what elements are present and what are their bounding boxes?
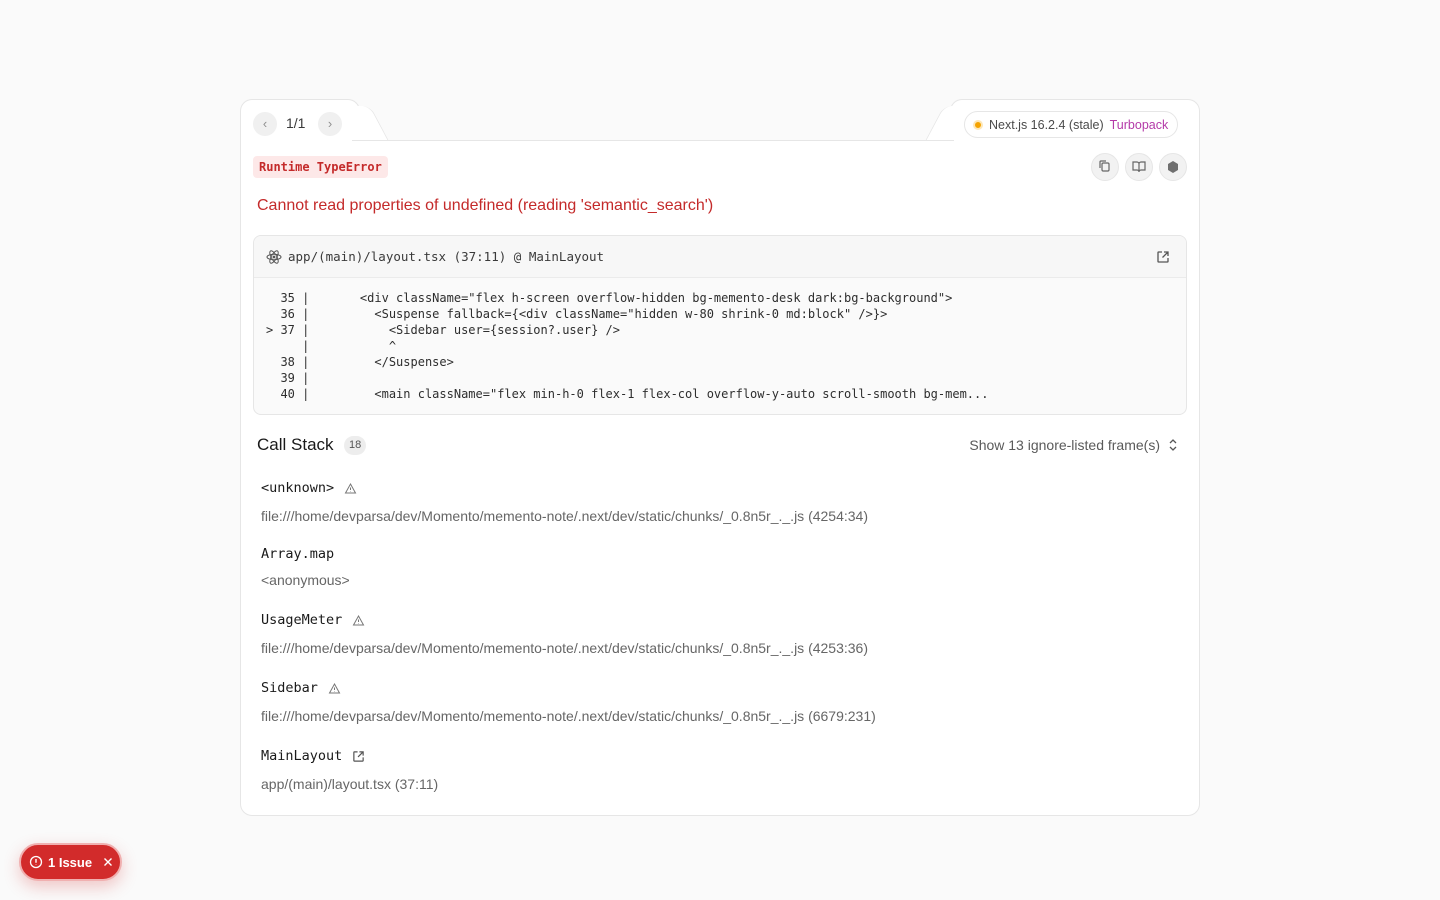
- warning-icon: [328, 682, 341, 693]
- previous-error-button[interactable]: ‹: [253, 112, 277, 136]
- stack-frame-location: <anonymous>: [261, 572, 350, 588]
- next-error-button[interactable]: ›: [318, 112, 342, 136]
- open-in-editor-icon[interactable]: [1156, 250, 1170, 264]
- issues-indicator[interactable]: 1 Issue: [19, 843, 122, 881]
- chevron-up-down-icon: [1169, 439, 1177, 451]
- code-line-highlighted: > 37 | <Sidebar user={session?.user} />: [266, 323, 621, 337]
- frame-function: Array.map: [261, 546, 335, 562]
- react-icon: [266, 250, 282, 264]
- alert-circle-icon: [29, 855, 43, 869]
- call-stack-title: Call Stack: [257, 435, 334, 454]
- code-line: 38 | </Suspense>: [266, 355, 454, 369]
- ignore-toggle-label: Show 13 ignore-listed frame(s): [969, 437, 1160, 453]
- stack-frame-location[interactable]: file:///home/devparsa/dev/Momento/mement…: [261, 640, 868, 656]
- warning-icon: [352, 614, 365, 625]
- issues-label: 1 Issue: [48, 854, 93, 870]
- close-icon[interactable]: [103, 857, 113, 867]
- frame-function: UsageMeter: [261, 612, 343, 628]
- code-line: 40 | <main className="flex min-h-0 flex-…: [266, 387, 989, 401]
- show-ignored-frames-toggle[interactable]: Show 13 ignore-listed frame(s): [969, 437, 1178, 453]
- stack-frame-location[interactable]: file:///home/devparsa/dev/Momento/mement…: [261, 508, 868, 524]
- stack-frame-location[interactable]: app/(main)/layout.tsx (37:11): [261, 776, 438, 792]
- nextjs-version-badge[interactable]: Next.js 16.2.4 (stale) Turbopack: [964, 111, 1179, 138]
- stack-frame-name: Array.map: [261, 546, 334, 562]
- code-line: 36 | <Suspense fallback={<div className=…: [266, 307, 888, 321]
- copy-error-button[interactable]: [1091, 153, 1119, 181]
- warning-icon: [344, 482, 357, 493]
- code-lines: 35 | <div className="flex h-screen overf…: [254, 278, 1186, 402]
- code-line: 35 | <div className="flex h-screen overf…: [266, 291, 953, 305]
- version-label: Next.js 16.2.4 (stale): [989, 117, 1104, 132]
- nextjs-devtools-button[interactable]: [1159, 153, 1187, 181]
- code-frame-file-path: app/(main)/layout.tsx (37:11) @ MainLayo…: [288, 249, 605, 264]
- stack-frame-name: UsageMeter: [261, 612, 365, 628]
- error-type-badge: Runtime TypeError: [253, 156, 388, 178]
- stack-frame-name: MainLayout: [261, 748, 365, 764]
- code-frame-header: app/(main)/layout.tsx (37:11) @ MainLayo…: [254, 236, 1186, 278]
- book-icon: [1132, 161, 1146, 173]
- call-stack-count: 18: [344, 436, 367, 455]
- hexagon-icon: [1168, 161, 1178, 173]
- frame-function: Sidebar: [261, 680, 318, 696]
- frame-function: <unknown>: [261, 480, 335, 496]
- frame-function: MainLayout: [261, 748, 343, 764]
- stack-frame-location[interactable]: file:///home/devparsa/dev/Momento/mement…: [261, 708, 876, 724]
- divider: [352, 140, 954, 141]
- stack-frame-name: <unknown>: [261, 480, 357, 496]
- bundler-label: Turbopack: [1109, 117, 1169, 132]
- stale-status-dot: [973, 119, 983, 130]
- code-line-caret: | ^: [266, 339, 397, 353]
- error-pager-count: 1/1: [286, 115, 306, 131]
- docs-button[interactable]: [1125, 153, 1153, 181]
- stack-frame-name: Sidebar: [261, 680, 341, 696]
- code-frame: app/(main)/layout.tsx (37:11) @ MainLayo…: [253, 235, 1187, 415]
- copy-icon: [1099, 160, 1110, 172]
- open-in-editor-icon[interactable]: [352, 750, 365, 763]
- code-line: 39 |: [266, 371, 310, 385]
- error-message: Cannot read properties of undefined (rea…: [257, 197, 714, 214]
